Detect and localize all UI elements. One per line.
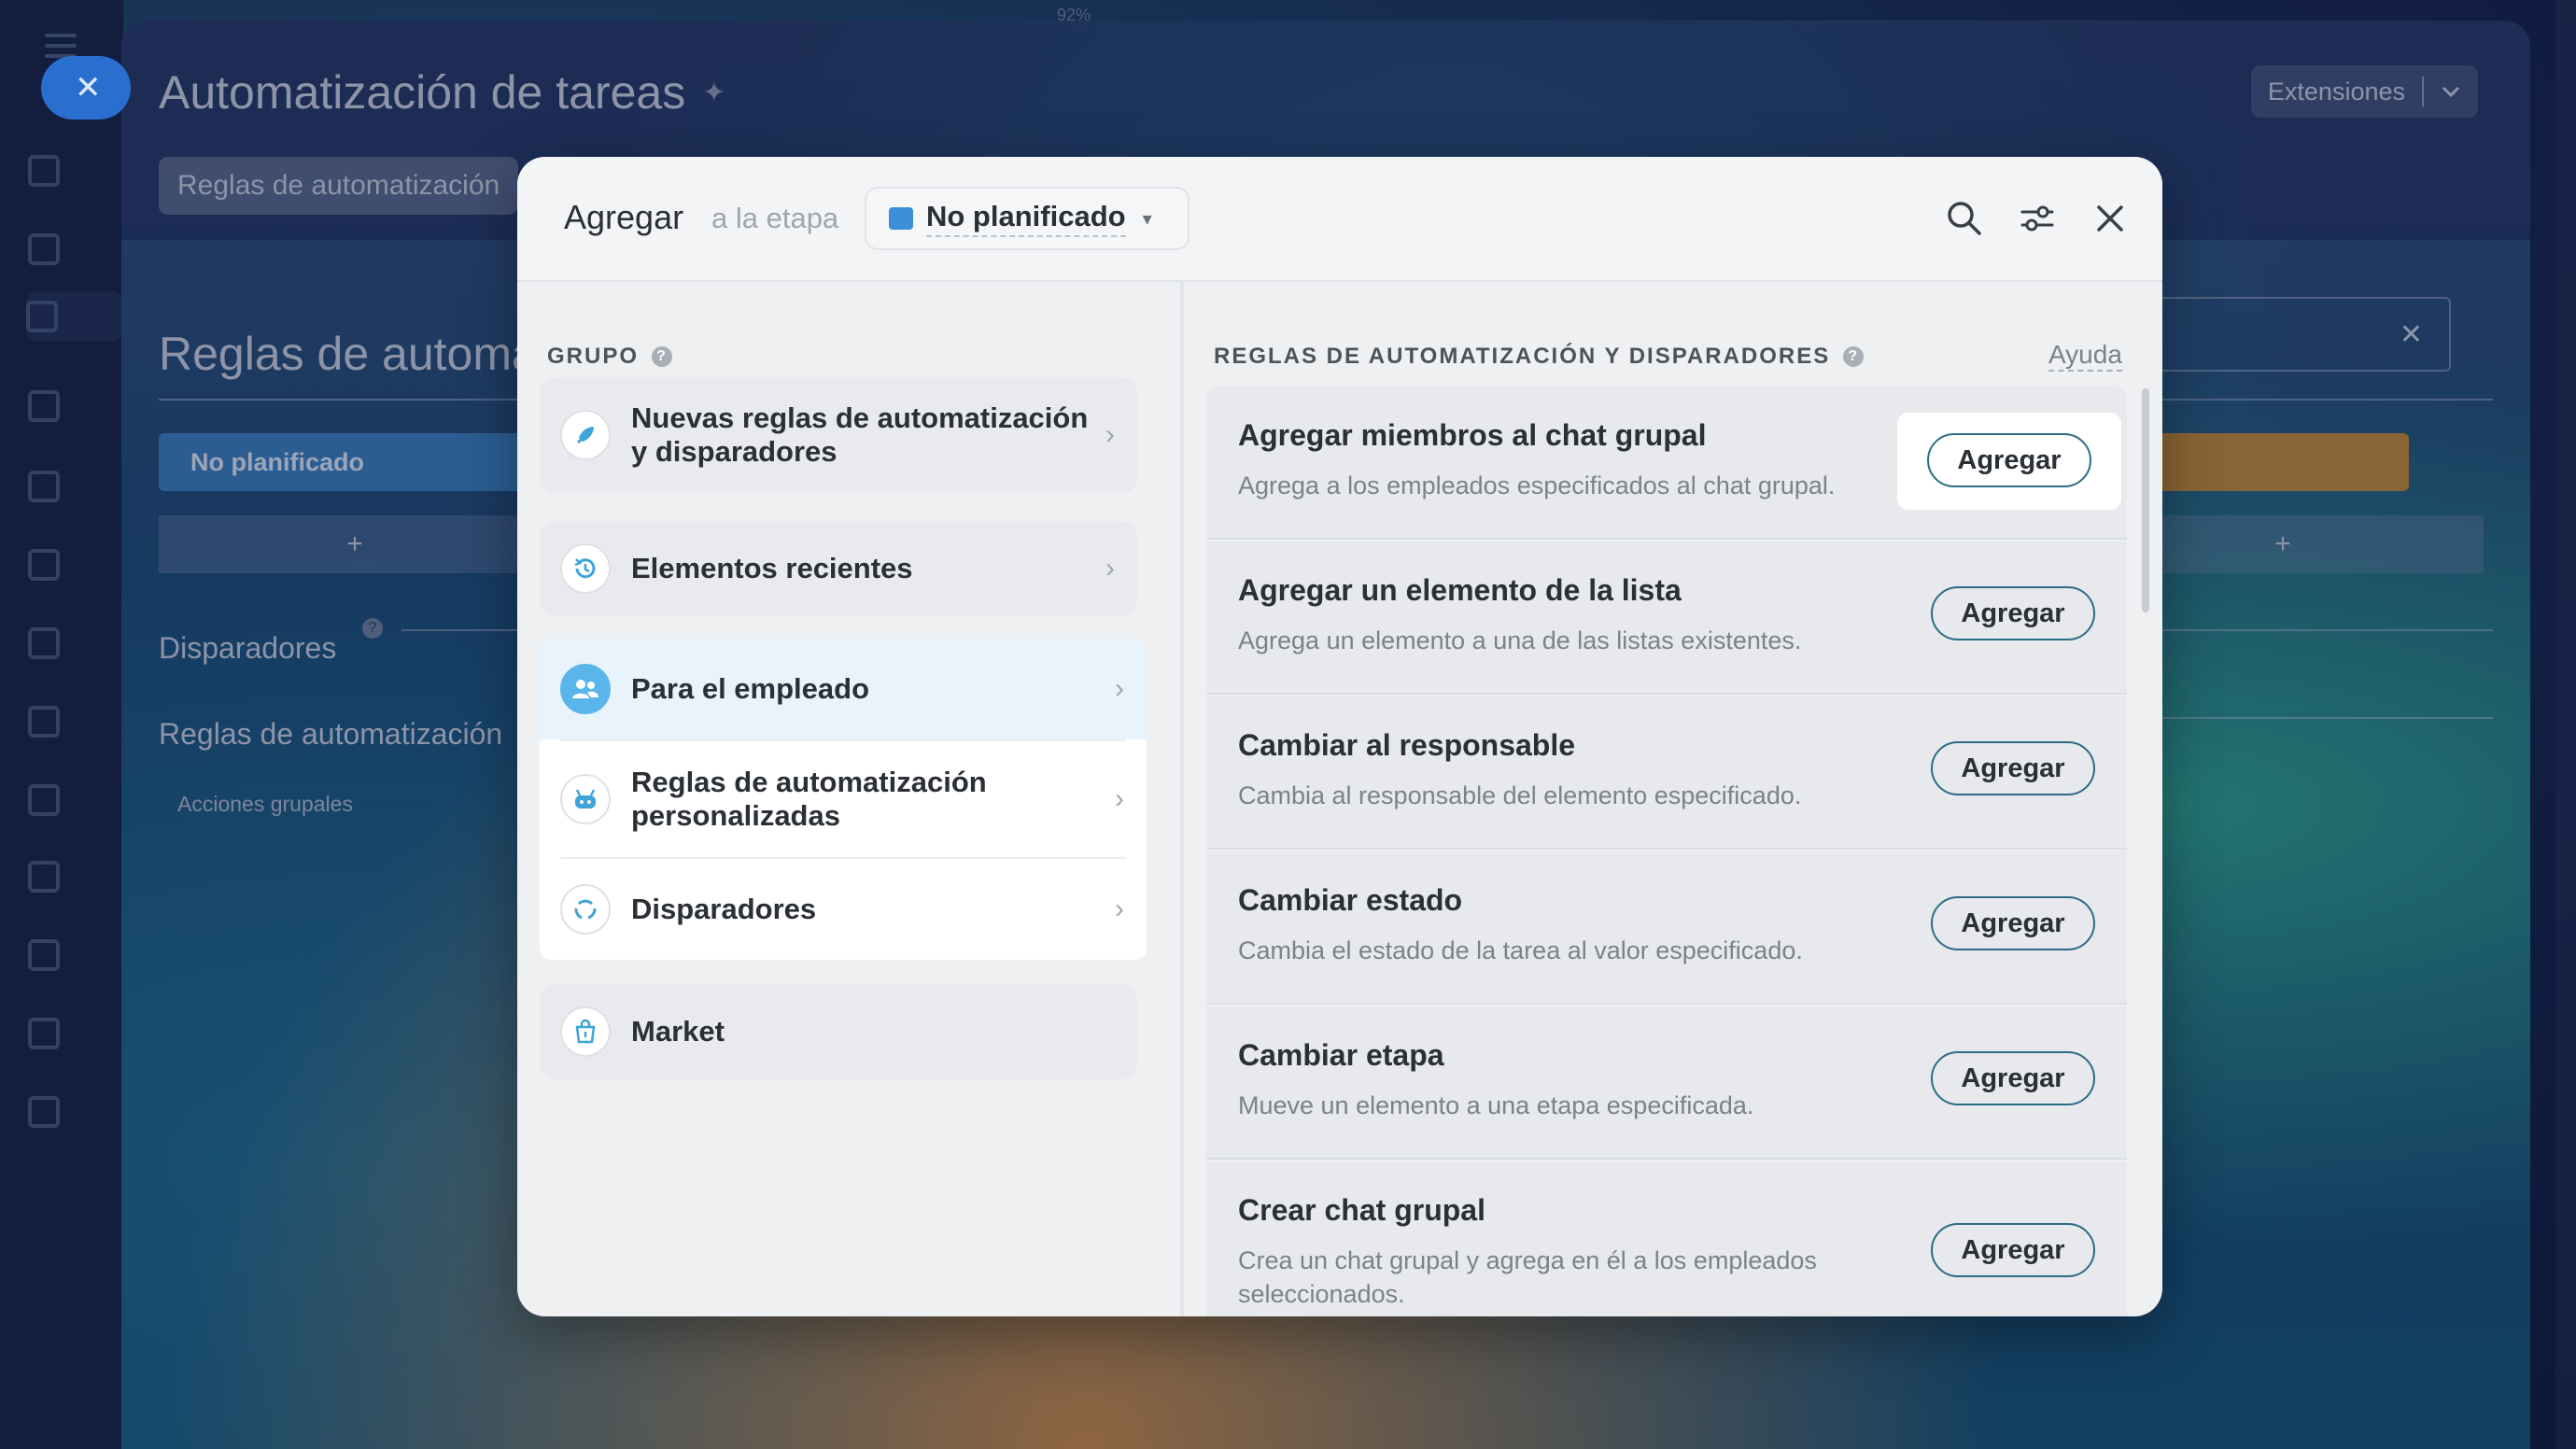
- close-icon[interactable]: [2088, 196, 2133, 241]
- chevron-right-icon: ›: [1115, 783, 1124, 814]
- filter-settings-icon[interactable]: [2015, 196, 2060, 241]
- rules-scrollbar[interactable]: [2142, 388, 2149, 612]
- group-item-label: Elementos recientes: [631, 552, 913, 584]
- rules-label-text: REGLAS DE AUTOMATIZACIÓN Y DISPARADORES: [1214, 344, 1831, 369]
- help-link[interactable]: Ayuda: [2048, 340, 2122, 372]
- group-item-label: Para el empleado: [631, 672, 870, 705]
- dialog-header: Agregar a la etapa No planificado ▾: [517, 157, 2162, 282]
- group-item-label: Market: [631, 1015, 725, 1048]
- add-rule-button[interactable]: Agregar: [1931, 741, 2095, 795]
- group-item-label: Nuevas reglas de automatización y dispar…: [631, 401, 1089, 468]
- dialog-subtitle: a la etapa: [711, 202, 839, 234]
- rocket-icon: [560, 410, 611, 460]
- chevron-right-icon: ›: [1115, 673, 1124, 704]
- chevron-right-icon: ›: [1115, 893, 1124, 924]
- rule-item: Cambiar al responsable Cambia al respons…: [1206, 696, 2127, 850]
- group-item-recent[interactable]: Elementos recientes ›: [540, 521, 1137, 616]
- add-rule-button[interactable]: Agregar: [1931, 1223, 2095, 1277]
- users-icon: [560, 664, 611, 714]
- caret-down-icon: ▾: [1142, 208, 1152, 230]
- cycle-icon: [560, 884, 611, 935]
- group-item-market[interactable]: Market: [540, 984, 1137, 1079]
- search-icon[interactable]: [1942, 196, 1987, 241]
- add-rule-dialog: Agregar a la etapa No planificado ▾ GRUP…: [517, 157, 2162, 1316]
- rule-item: Agregar un elemento de la lista Agrega u…: [1206, 542, 2127, 695]
- group-item-label: Reglas de automatización personalizadas: [631, 766, 987, 832]
- rule-description: Crea un chat grupal y agrega en él a los…: [1238, 1246, 1817, 1308]
- group-section-label: GRUPO ?: [547, 344, 673, 370]
- highlighted-add-button-card: Agregar: [1897, 413, 2121, 510]
- add-rule-button[interactable]: Agregar: [1931, 586, 2095, 640]
- rule-item: Cambiar estado Cambia el estado de la ta…: [1206, 851, 2127, 1005]
- group-item-for-employee[interactable]: Para el empleado ›: [540, 639, 1147, 739]
- group-item-row: Nuevas reglas de automatización y dispar…: [540, 377, 1137, 493]
- rule-title: Agregar miembros al chat grupal: [1238, 418, 1707, 452]
- group-item-row: Market: [540, 984, 1137, 1079]
- help-icon[interactable]: ?: [1843, 346, 1865, 367]
- rule-description: Cambia al responsable del elemento espec…: [1238, 781, 1802, 809]
- stage-select-value: No planificado: [926, 200, 1126, 237]
- group-item-triggers[interactable]: Disparadores ›: [540, 859, 1147, 960]
- rule-title: Cambiar al responsable: [1238, 728, 1576, 762]
- rules-section-label: REGLAS DE AUTOMATIZACIÓN Y DISPARADORES …: [1214, 344, 1865, 370]
- rule-title: Agregar un elemento de la lista: [1238, 573, 1682, 607]
- rule-description: Cambia el estado de la tarea al valor es…: [1238, 936, 1803, 964]
- help-icon[interactable]: ?: [652, 346, 673, 367]
- group-label-text: GRUPO: [547, 344, 640, 369]
- add-rule-button[interactable]: Agregar: [1927, 433, 2091, 487]
- stage-select[interactable]: No planificado ▾: [865, 187, 1189, 250]
- rule-description: Mueve un elemento a una etapa especifica…: [1238, 1091, 1754, 1119]
- chevron-right-icon: ›: [1105, 553, 1115, 584]
- rule-description: Agrega un elemento a una de las listas e…: [1238, 626, 1802, 654]
- group-item-label: Disparadores: [631, 893, 817, 925]
- rule-title: Cambiar etapa: [1238, 1038, 1444, 1072]
- dialog-title: Agregar: [564, 198, 684, 236]
- group-highlight-card: Para el empleado › Reglas de automatizac…: [540, 639, 1147, 960]
- group-item-new-rules[interactable]: Nuevas reglas de automatización y dispar…: [540, 377, 1137, 493]
- add-rule-button[interactable]: Agregar: [1931, 1051, 2095, 1105]
- history-icon: [560, 543, 611, 594]
- column-divider: [1180, 282, 1184, 1316]
- chevron-right-icon: ›: [1105, 419, 1115, 450]
- rule-title: Crear chat grupal: [1238, 1193, 1485, 1227]
- add-rule-button[interactable]: Agregar: [1931, 896, 2095, 950]
- group-item-custom-rules[interactable]: Reglas de automatización personalizadas …: [540, 741, 1147, 857]
- rule-item: Cambiar etapa Mueve un elemento a una et…: [1206, 1006, 2127, 1160]
- rule-description: Agrega a los empleados especificados al …: [1238, 471, 1836, 499]
- close-slider-button[interactable]: ✕: [41, 56, 131, 120]
- rule-title: Cambiar estado: [1238, 883, 1463, 917]
- stage-color-swatch: [889, 207, 913, 230]
- rules-list: Agregar miembros al chat grupal Agrega a…: [1206, 387, 2127, 1316]
- market-icon: [560, 1006, 611, 1057]
- robot-icon: [560, 774, 611, 824]
- group-item-row: Elementos recientes ›: [540, 521, 1137, 616]
- rule-item: Crear chat grupal Crea un chat grupal y …: [1206, 1161, 2127, 1316]
